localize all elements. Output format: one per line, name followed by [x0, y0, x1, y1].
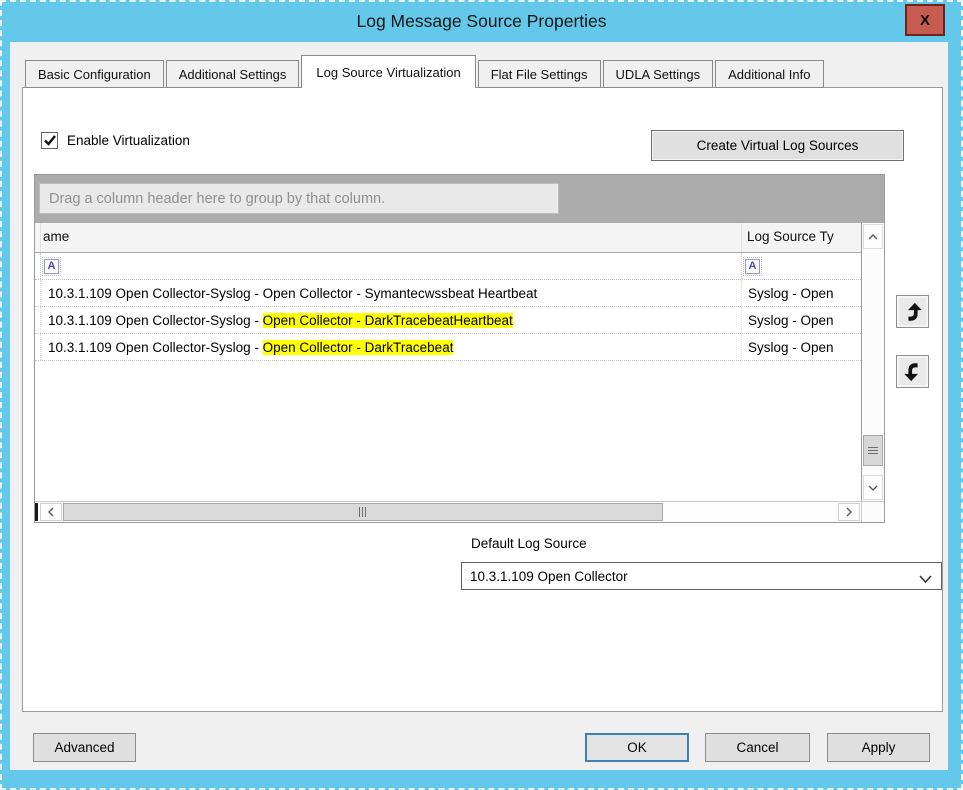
tab-label: Additional Info	[728, 67, 810, 82]
tab-additional-info[interactable]: Additional Info	[715, 60, 823, 88]
filter-cell-type[interactable]: A	[742, 253, 861, 279]
scroll-left-button[interactable]	[40, 503, 62, 521]
column-header-name[interactable]: ame	[41, 223, 742, 252]
advanced-button[interactable]: Advanced	[33, 733, 136, 762]
default-log-source-label: Default Log Source	[471, 536, 587, 551]
table-row[interactable]: 10.3.1.109 Open Collector-Syslog - Open …	[35, 307, 861, 334]
cell-log-source-type: Syslog - Open	[742, 313, 861, 328]
cell-name: 10.3.1.109 Open Collector-Syslog - Open …	[41, 334, 742, 360]
curved-arrow-down-icon	[902, 361, 924, 383]
name-highlighted-text: Open Collector - DarkTracebeatHeartbeat	[263, 313, 513, 328]
name-text: 10.3.1.109 Open Collector-Syslog -	[48, 286, 263, 301]
cell-log-source-type: Syslog - Open	[742, 340, 861, 355]
close-icon: X	[920, 12, 930, 29]
tab-basic-configuration[interactable]: Basic Configuration	[25, 60, 164, 88]
chevron-right-icon	[846, 507, 852, 517]
scroll-up-button[interactable]	[863, 224, 883, 249]
chevron-left-icon	[48, 507, 54, 517]
enable-virtualization-row: Enable Virtualization	[41, 132, 190, 149]
text-filter-icon[interactable]: A	[745, 259, 760, 274]
create-button-label: Create Virtual Log Sources	[697, 138, 859, 153]
move-down-button[interactable]	[896, 355, 929, 388]
move-up-button[interactable]	[896, 295, 929, 328]
tab-label: Basic Configuration	[38, 67, 151, 82]
horizontal-scroll-track[interactable]	[663, 502, 837, 522]
tab-additional-settings[interactable]: Additional Settings	[166, 60, 300, 88]
window-title: Log Message Source Properties	[357, 11, 607, 32]
vertical-scroll-thumb[interactable]	[863, 435, 883, 466]
grid-filter-row: A A	[35, 253, 861, 280]
ok-button[interactable]: OK	[585, 733, 689, 762]
close-button[interactable]: X	[905, 4, 945, 36]
grid-group-area: Drag a column header here to group by th…	[35, 175, 884, 223]
name-text: 10.3.1.109 Open Collector-Syslog -	[48, 340, 263, 355]
resize-mark	[35, 503, 38, 521]
cancel-label: Cancel	[736, 740, 778, 755]
tab-udla-settings[interactable]: UDLA Settings	[603, 60, 714, 88]
enable-virtualization-label: Enable Virtualization	[67, 133, 190, 148]
horizontal-scroll-thumb[interactable]	[63, 503, 663, 521]
name-text: 10.3.1.109 Open Collector-Syslog -	[48, 313, 263, 328]
name-text: Open Collector - Symantecwssbeat Heartbe…	[263, 286, 538, 301]
tab-label: Additional Settings	[179, 67, 287, 82]
scroll-right-button[interactable]	[838, 503, 860, 521]
checkmark-icon	[44, 135, 56, 146]
vertical-scrollbar[interactable]	[861, 223, 884, 501]
chevron-down-icon	[868, 485, 878, 491]
tab-label: Log Source Virtualization	[316, 65, 460, 80]
name-highlighted-text: Open Collector - DarkTracebeat	[263, 340, 454, 355]
cancel-button[interactable]: Cancel	[705, 733, 810, 762]
grid-header-row: ame Log Source Ty	[35, 223, 861, 253]
cell-log-source-type: Syslog - Open	[742, 286, 861, 301]
column-header-log-source-type[interactable]: Log Source Ty	[742, 223, 861, 252]
scrollbar-corner	[861, 501, 884, 522]
window-frame: Log Message Source Properties X Basic Co…	[0, 0, 963, 790]
apply-button[interactable]: Apply	[827, 733, 930, 762]
ok-label: OK	[627, 740, 647, 755]
dropdown-chevron-icon	[919, 571, 932, 586]
advanced-label: Advanced	[54, 740, 114, 755]
tab-log-source-virtualization[interactable]: Log Source Virtualization	[301, 55, 475, 88]
tab-bar: Basic Configuration Additional Settings …	[25, 55, 826, 88]
curved-arrow-up-icon	[902, 301, 924, 323]
tab-page: Enable Virtualization Create Virtual Log…	[22, 87, 943, 712]
tab-label: Flat File Settings	[491, 67, 588, 82]
text-filter-icon[interactable]: A	[44, 259, 59, 274]
enable-virtualization-checkbox[interactable]	[41, 132, 58, 149]
group-by-hint-text: Drag a column header here to group by th…	[49, 191, 385, 207]
log-sources-grid: Drag a column header here to group by th…	[34, 174, 885, 523]
horizontal-scrollbar[interactable]	[35, 501, 861, 522]
apply-label: Apply	[862, 740, 896, 755]
default-log-source-dropdown[interactable]: 10.3.1.109 Open Collector	[461, 562, 942, 590]
window-titlebar: Log Message Source Properties	[0, 0, 963, 42]
tab-flat-file-settings[interactable]: Flat File Settings	[478, 60, 601, 88]
tab-label: UDLA Settings	[616, 67, 701, 82]
cell-name: 10.3.1.109 Open Collector-Syslog - Open …	[41, 307, 742, 333]
table-row[interactable]: 10.3.1.109 Open Collector-Syslog - Open …	[35, 334, 861, 361]
scroll-down-button[interactable]	[863, 475, 883, 500]
scroll-grip-icon	[868, 447, 878, 454]
grid-rows-area: 10.3.1.109 Open Collector-Syslog - Open …	[35, 280, 861, 501]
default-log-source-value: 10.3.1.109 Open Collector	[470, 569, 628, 584]
cell-name: 10.3.1.109 Open Collector-Syslog - Open …	[41, 280, 742, 306]
chevron-up-icon	[868, 234, 878, 240]
dialog-body: Basic Configuration Additional Settings …	[10, 42, 948, 770]
vertical-scroll-track[interactable]	[862, 250, 884, 474]
scroll-grip-icon	[359, 507, 367, 517]
table-row[interactable]: 10.3.1.109 Open Collector-Syslog - Open …	[35, 280, 861, 307]
filter-cell-name[interactable]: A	[41, 253, 742, 279]
create-virtual-log-sources-button[interactable]: Create Virtual Log Sources	[651, 130, 904, 161]
group-by-hint[interactable]: Drag a column header here to group by th…	[39, 183, 559, 214]
